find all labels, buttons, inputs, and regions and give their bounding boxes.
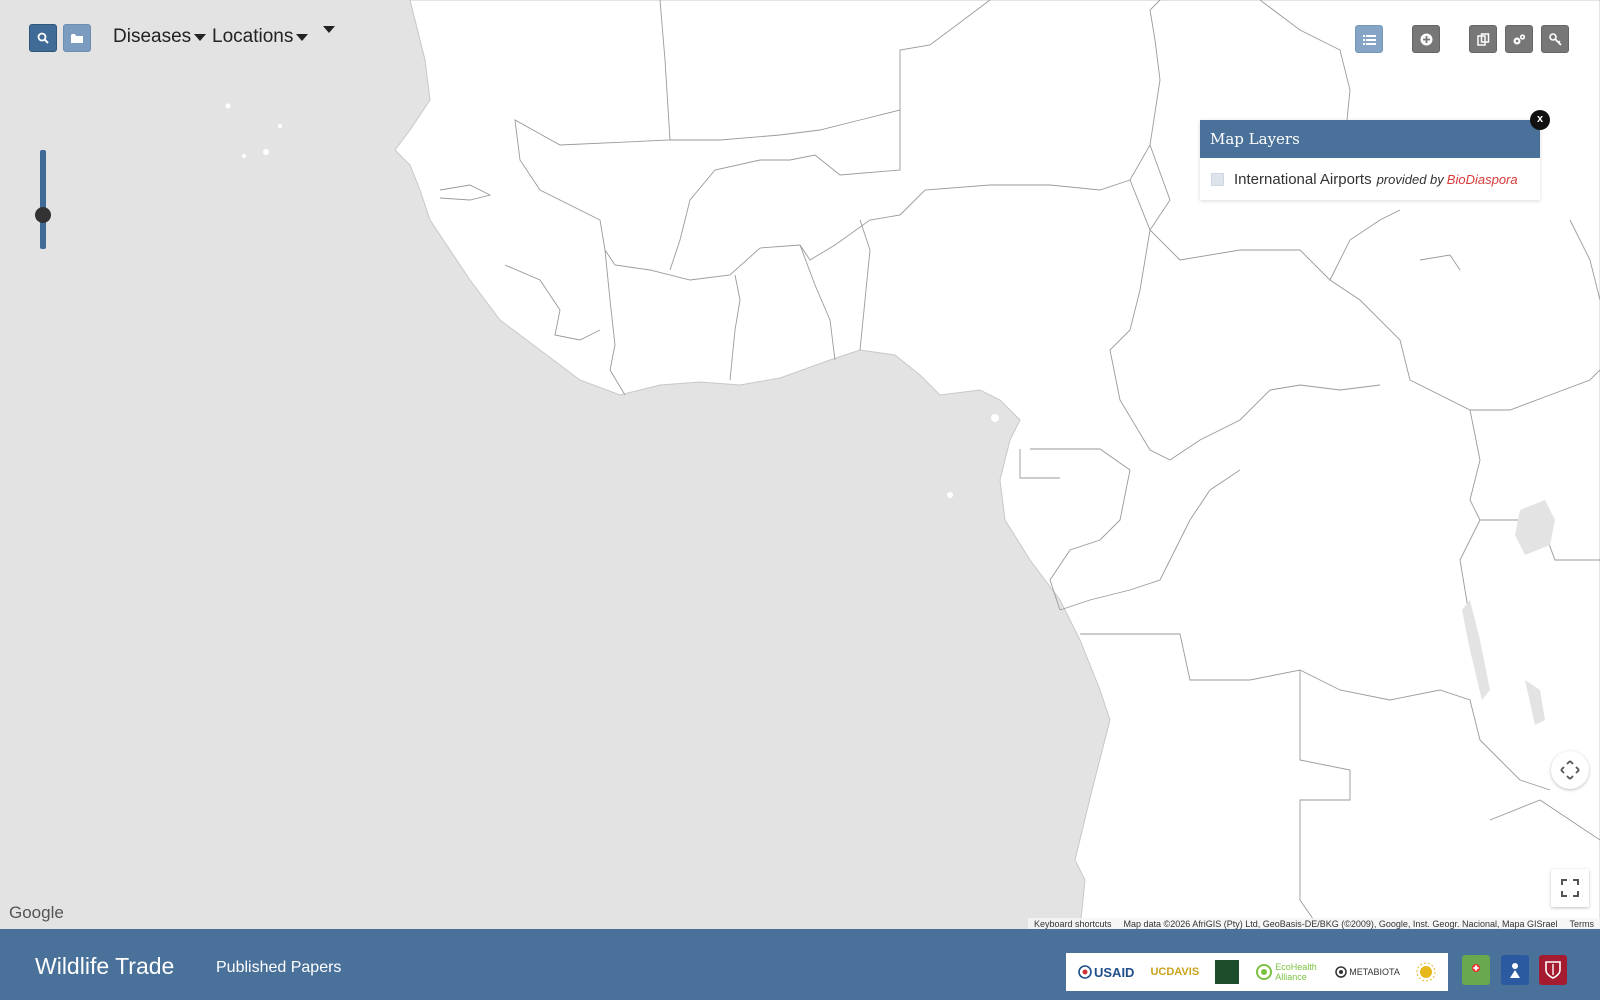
google-logo: Google bbox=[9, 903, 64, 922]
layer-checkbox[interactable] bbox=[1211, 172, 1224, 186]
figure-icon bbox=[1510, 963, 1520, 978]
key-icon bbox=[1548, 32, 1562, 46]
plus-circle-icon bbox=[1420, 33, 1432, 45]
copy-button[interactable] bbox=[1469, 25, 1497, 53]
wcs-logo bbox=[1215, 960, 1240, 984]
map-pin-icon bbox=[1472, 964, 1480, 972]
island bbox=[242, 154, 246, 158]
layer-source-link[interactable]: BioDiaspora bbox=[1447, 172, 1518, 187]
diseases-menu[interactable]: Diseases bbox=[113, 26, 207, 48]
ecohealth-icon bbox=[1256, 964, 1273, 980]
footer: Wildlife Trade Published Papers USAID UC… bbox=[0, 929, 1600, 1000]
close-layers-button[interactable]: x bbox=[1530, 110, 1550, 130]
smithsonian-logo bbox=[1416, 962, 1436, 982]
map-canvas[interactable]: Diseases Locations Map Layers Internatio… bbox=[0, 0, 1600, 929]
more-menu[interactable] bbox=[320, 26, 335, 33]
layers-list-button[interactable] bbox=[1355, 25, 1383, 53]
layer-item-international-airports[interactable]: International Airports provided by BioDi… bbox=[1200, 158, 1540, 200]
ucdavis-logo: UCDAVIS bbox=[1150, 966, 1200, 978]
map-attribution: Keyboard shortcuts Map data ©2026 AfriGI… bbox=[1027, 918, 1600, 929]
island bbox=[991, 414, 999, 422]
island bbox=[225, 103, 231, 109]
layer-label: International Airports bbox=[1234, 170, 1372, 188]
terms-link[interactable]: Terms bbox=[1570, 919, 1595, 929]
map-layers-panel: Map Layers International Airports provid… bbox=[1200, 120, 1540, 200]
search-icon bbox=[37, 32, 49, 44]
brand-title[interactable]: Wildlife Trade bbox=[35, 953, 174, 980]
pan-control[interactable] bbox=[1551, 751, 1589, 789]
island bbox=[278, 124, 282, 128]
sun-icon bbox=[1416, 962, 1436, 982]
list-icon bbox=[1362, 34, 1376, 45]
copy-icon bbox=[1476, 32, 1489, 46]
harvard-logo[interactable] bbox=[1539, 955, 1567, 985]
settings-button[interactable] bbox=[1505, 25, 1533, 53]
search-button[interactable] bbox=[29, 24, 57, 52]
diseases-menu-label: Diseases bbox=[113, 26, 192, 47]
zoom-slider[interactable] bbox=[40, 150, 46, 249]
ecohealth-alliance-logo: EcoHealth Alliance bbox=[1255, 962, 1319, 982]
shield-icon bbox=[1545, 961, 1561, 979]
chevron-down-icon bbox=[296, 33, 309, 41]
gears-icon bbox=[1513, 33, 1526, 44]
chevron-down-icon bbox=[194, 33, 207, 41]
metabiota-icon bbox=[1335, 966, 1347, 978]
layer-provided-by: provided by bbox=[1376, 171, 1444, 187]
chevron-down-icon bbox=[323, 26, 335, 33]
map-data-text: Map data ©2026 AfriGIS (Pty) Ltd, GeoBas… bbox=[1123, 918, 1558, 929]
fullscreen-icon bbox=[1561, 879, 1579, 897]
locations-menu[interactable]: Locations bbox=[212, 26, 309, 48]
island bbox=[947, 492, 953, 498]
metabiota-logo: METABIOTA bbox=[1335, 966, 1400, 978]
partner-logos: USAID UCDAVIS EcoHealth Alliance METABIO… bbox=[1066, 953, 1448, 991]
fullscreen-button[interactable] bbox=[1551, 869, 1589, 907]
childrens-hospital-logo[interactable] bbox=[1501, 955, 1529, 985]
locations-menu-label: Locations bbox=[212, 26, 294, 47]
keyboard-shortcuts-link[interactable]: Keyboard shortcuts bbox=[1034, 919, 1112, 929]
pan-arrows-icon bbox=[1560, 760, 1580, 780]
published-papers-link[interactable]: Published Papers bbox=[216, 959, 341, 977]
map-layers-title: Map Layers bbox=[1200, 120, 1540, 158]
folder-icon bbox=[71, 33, 83, 43]
add-button[interactable] bbox=[1412, 25, 1440, 53]
folder-button[interactable] bbox=[63, 24, 91, 52]
usaid-logo: USAID bbox=[1078, 965, 1134, 980]
key-button[interactable] bbox=[1541, 25, 1569, 53]
healthmap-logo[interactable] bbox=[1462, 955, 1490, 985]
island bbox=[263, 149, 269, 155]
usaid-seal-icon bbox=[1078, 965, 1092, 979]
